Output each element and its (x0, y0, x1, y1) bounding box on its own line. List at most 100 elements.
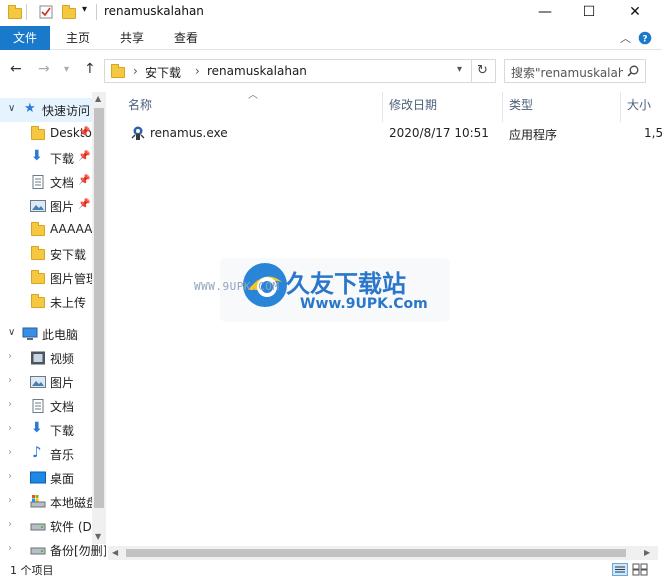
expand-chevron-icon[interactable]: › (8, 519, 12, 530)
column-header-date[interactable]: 修改日期 (389, 96, 437, 113)
desktop-icon (30, 471, 46, 484)
chevron-up-icon[interactable]: ︿ (620, 30, 631, 46)
search-input[interactable]: 搜索"renamuskalahan" (504, 59, 646, 83)
details-view-icon[interactable] (612, 563, 628, 576)
nav-quick-access[interactable]: ∨ ★ 快速访问 (0, 98, 106, 122)
folder-icon (31, 270, 45, 284)
nav-this-pc[interactable]: ∨ 此电脑 (0, 322, 106, 346)
up-button[interactable]: ↑ (84, 61, 96, 77)
picture-icon (30, 200, 46, 212)
expand-chevron-icon[interactable]: › (8, 375, 12, 386)
item-count: 1 个项目 (10, 564, 54, 577)
nav-item-label: AAAAA (50, 222, 93, 236)
help-icon[interactable]: ? (638, 31, 652, 45)
scroll-up-icon[interactable]: ▲ (95, 94, 101, 103)
nav-item-documents[interactable]: 文档 📌 (0, 170, 106, 194)
maximize-button[interactable]: ☐ (566, 0, 612, 26)
file-date: 2020/8/17 10:51 (389, 126, 489, 140)
document-icon (32, 399, 44, 413)
nav-item-picture-manager[interactable]: 图片管理 (0, 266, 106, 290)
nav-item-music[interactable]: › ♪ 音乐 (0, 442, 106, 466)
folder-icon (31, 222, 45, 236)
tab-share[interactable]: 共享 (120, 26, 144, 50)
properties-icon[interactable] (38, 4, 54, 20)
column-header-type[interactable]: 类型 (509, 96, 533, 113)
watermark-brand: 久友下载站 (286, 269, 406, 298)
new-folder-icon[interactable] (62, 5, 76, 19)
expand-chevron-icon[interactable]: › (8, 447, 12, 458)
nav-item-pc-documents[interactable]: › 文档 (0, 394, 106, 418)
nav-item-downloads[interactable]: ⬇ 下载 📌 (0, 146, 106, 170)
nav-item-label: 视频 (50, 352, 75, 366)
quick-access-label: 快速访问 (42, 104, 91, 118)
status-bar: 1 个项目 (0, 562, 662, 577)
expand-chevron-icon[interactable]: ∨ (8, 327, 15, 338)
nav-item-aaaaa[interactable]: AAAAA (0, 218, 106, 242)
expand-chevron-icon[interactable]: › (8, 399, 12, 410)
tab-home[interactable]: 主页 (66, 26, 90, 50)
nav-item-label: 下载 (50, 152, 75, 166)
back-button[interactable]: ← (10, 61, 22, 77)
nav-item-desktop[interactable]: Desktop 📌 (0, 122, 106, 146)
column-separator[interactable] (382, 92, 383, 122)
column-header-size[interactable]: 大小 (627, 96, 651, 113)
tab-file[interactable]: 文件 (0, 26, 50, 50)
expand-chevron-icon[interactable]: › (8, 471, 12, 482)
breadcrumb-item[interactable]: renamuskalahan (207, 64, 307, 78)
breadcrumb-item[interactable]: 安下载 (145, 64, 181, 81)
nav-scrollbar-thumb[interactable] (94, 108, 104, 508)
nav-item-pc-downloads[interactable]: › ⬇ 下载 (0, 418, 106, 442)
search-icon[interactable] (627, 65, 639, 77)
nav-item-local-disk-c[interactable]: › 本地磁盘 (C:) (0, 490, 106, 514)
nav-item-videos[interactable]: › 视频 (0, 346, 106, 370)
refresh-icon[interactable]: ↻ (477, 63, 488, 78)
nav-item-pc-pictures[interactable]: › 图片 (0, 370, 106, 394)
nav-item-label: 下载 (50, 424, 75, 438)
download-icon: ⬇ (31, 148, 43, 164)
nav-item-label: 未上传 (50, 296, 87, 310)
close-button[interactable]: ✕ (612, 0, 658, 26)
expand-chevron-icon[interactable]: ∨ (8, 103, 15, 114)
nav-item-pictures[interactable]: 图片 📌 (0, 194, 106, 218)
recent-locations-chevron-icon[interactable]: ▾ (64, 64, 69, 75)
nav-item-software-d[interactable]: › 软件 (D:) (0, 514, 106, 538)
minimize-button[interactable]: — (522, 0, 568, 26)
column-separator[interactable] (620, 92, 621, 122)
star-icon: ★ (24, 101, 36, 116)
nav-item-not-uploaded[interactable]: 未上传 (0, 290, 106, 314)
expand-chevron-icon[interactable]: › (8, 351, 12, 362)
scroll-left-icon[interactable]: ◀ (112, 548, 118, 557)
document-icon (32, 175, 44, 189)
nav-item-backup-e[interactable]: › 备份[勿删] (E:) (0, 538, 106, 562)
divider (96, 4, 97, 20)
address-bar[interactable]: › 安下载 › renamuskalahan ▾ ↻ (104, 59, 496, 83)
column-separator[interactable] (502, 92, 503, 122)
column-header-name[interactable]: 名称 (128, 96, 152, 113)
tab-view[interactable]: 查看 (174, 26, 198, 50)
forward-button[interactable]: → (38, 61, 50, 77)
breadcrumb-separator-icon: › (195, 64, 200, 78)
expand-chevron-icon[interactable]: › (8, 495, 12, 506)
scroll-down-icon[interactable]: ▼ (95, 532, 101, 541)
file-name: renamus.exe (150, 126, 228, 140)
folder-icon (31, 246, 45, 260)
download-icon: ⬇ (31, 420, 43, 436)
horizontal-scrollbar-thumb[interactable] (126, 549, 626, 557)
horizontal-scrollbar[interactable]: ◀ ▶ (108, 546, 658, 560)
large-icons-view-icon[interactable] (632, 563, 648, 576)
expand-chevron-icon[interactable]: › (8, 543, 12, 554)
nav-scrollbar[interactable]: ▲ ▼ (92, 92, 106, 544)
watermark-url-right: Www.9UPK.Com (300, 296, 428, 312)
scroll-right-icon[interactable]: ▶ (644, 548, 650, 557)
table-row[interactable]: renamus.exe 2020/8/17 10:51 应用程序 1,5 (108, 122, 662, 144)
nav-item-desktop-pc[interactable]: › 桌面 (0, 466, 106, 490)
nav-item-label: 备份[勿删] (E:) (50, 544, 106, 558)
nav-item-label: 图片 (50, 376, 75, 390)
nav-item-anxiazai[interactable]: 安下载 (0, 242, 106, 266)
file-type: 应用程序 (509, 128, 558, 142)
video-icon (31, 351, 45, 365)
music-icon: ♪ (32, 443, 42, 461)
expand-chevron-icon[interactable]: › (8, 423, 12, 434)
customize-qat-icon[interactable]: ▾ (82, 4, 87, 15)
address-dropdown-icon[interactable]: ▾ (457, 64, 462, 75)
